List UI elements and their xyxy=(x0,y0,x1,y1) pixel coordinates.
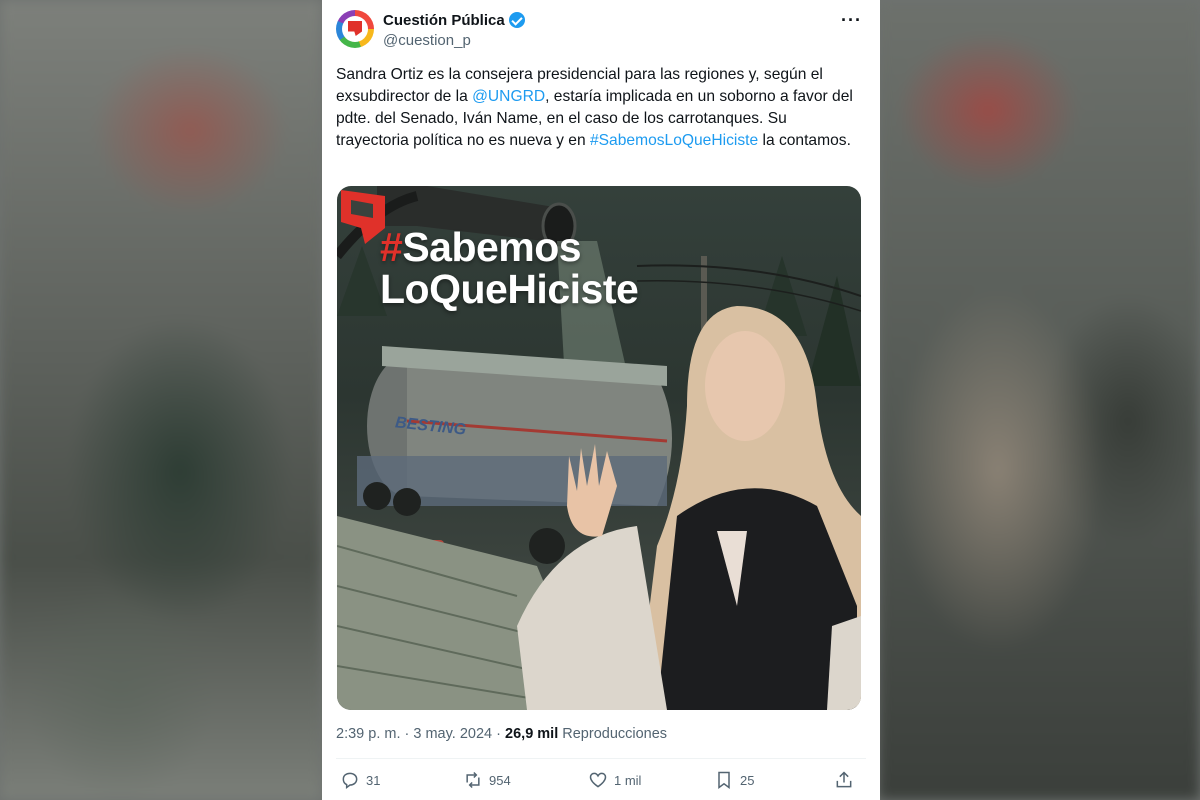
reply-icon xyxy=(342,772,358,789)
tweet-time[interactable]: 2:39 p. m. xyxy=(336,726,400,742)
views-count: 26,9 mil xyxy=(505,726,559,742)
blurred-backdrop-right xyxy=(878,0,1200,800)
tweet-meta: 2:39 p. m. · 3 may. 2024 · 26,9 mil Repr… xyxy=(336,726,667,742)
handle[interactable]: @cuestion_p xyxy=(383,32,471,49)
tweet-card[interactable]: Cuestión Pública @cuestion_p ··· Sandra … xyxy=(322,0,880,800)
repost-icon xyxy=(466,771,480,789)
more-options-icon[interactable]: ··· xyxy=(841,10,862,31)
repost-button[interactable]: 954 xyxy=(463,770,511,790)
image-title-line1: Sabemos xyxy=(402,224,582,270)
mention-link[interactable]: @UNGRD xyxy=(472,88,545,105)
reply-count: 31 xyxy=(366,772,381,788)
repost-count: 954 xyxy=(489,772,511,788)
action-bar: 31 954 1 mil 25 xyxy=(336,770,866,796)
tweet-text: Sandra Ortiz es la consejera presidencia… xyxy=(336,64,856,152)
heart-icon xyxy=(589,772,607,788)
like-count: 1 mil xyxy=(614,772,642,788)
meta-separator: · xyxy=(496,726,501,742)
tweet-text-part: la contamos. xyxy=(758,132,851,149)
hashtag-link[interactable]: #SabemosLoQueHiciste xyxy=(590,132,758,149)
reply-button[interactable]: 31 xyxy=(340,770,380,790)
brand-logo-icon xyxy=(348,21,362,36)
tweet-header: Cuestión Pública @cuestion_p ··· xyxy=(336,8,866,54)
verified-badge-icon xyxy=(508,12,525,28)
display-name-text[interactable]: Cuestión Pública xyxy=(383,12,505,29)
bookmark-count: 25 xyxy=(740,772,755,788)
divider xyxy=(336,758,866,759)
like-button[interactable]: 1 mil xyxy=(588,770,641,790)
image-title: #Sabemos LoQueHiciste xyxy=(380,224,639,312)
tweet-image[interactable]: #Sabemos LoQueHiciste BESTING xyxy=(337,186,861,710)
image-title-line2: LoQueHiciste xyxy=(380,266,639,312)
display-name[interactable]: Cuestión Pública xyxy=(383,12,525,29)
share-button[interactable] xyxy=(834,770,854,790)
views-label: Reproducciones xyxy=(562,726,668,742)
bookmark-button[interactable]: 25 xyxy=(714,770,754,790)
meta-separator: · xyxy=(404,726,410,742)
bookmark-icon xyxy=(718,771,730,789)
share-icon xyxy=(836,771,852,788)
tweet-date[interactable]: 3 may. 2024 xyxy=(413,726,492,742)
cuestion-publica-logo-icon xyxy=(341,190,385,244)
blurred-backdrop-left xyxy=(0,0,322,800)
avatar[interactable] xyxy=(336,10,374,48)
